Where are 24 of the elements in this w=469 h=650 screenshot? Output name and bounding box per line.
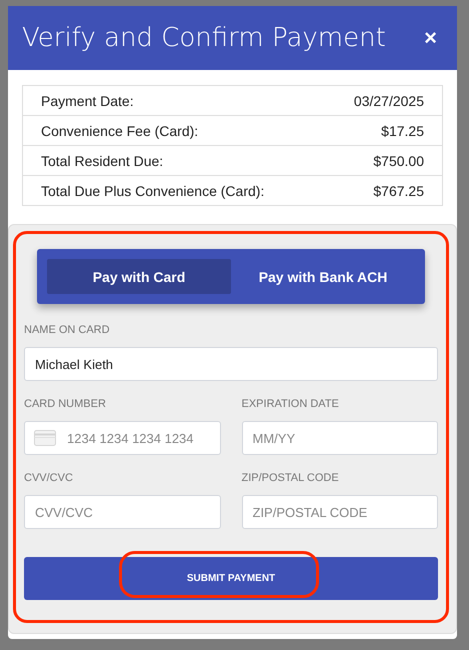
field-label: EXPIRATION DATE <box>242 398 340 410</box>
summary-label: Total Due Plus Convenience (Card): <box>41 182 264 198</box>
summary-value: $750.00 <box>373 152 424 168</box>
card-number-field[interactable]: 1234 1234 1234 1234 <box>24 421 220 455</box>
field-label: CVV/CVC <box>24 472 74 484</box>
dialog-title: Verify and Confirm Payment <box>22 23 386 53</box>
input-field[interactable]: ZIP/POSTAL CODE <box>242 495 438 529</box>
input-field[interactable]: CVV/CVC <box>24 495 220 529</box>
close-button[interactable]: × <box>420 25 441 51</box>
summary-value: 03/27/2025 <box>354 92 424 108</box>
input-field[interactable]: MM/YY <box>242 421 438 455</box>
submit-button[interactable]: SUBMIT PAYMENT <box>24 557 438 600</box>
field-label: ZIP/POSTAL CODE <box>242 472 340 484</box>
input-field[interactable]: Michael Kieth <box>24 347 438 381</box>
summary-label: Payment Date: <box>41 92 134 108</box>
payment-tab[interactable]: Pay with Bank ACH <box>231 259 415 294</box>
summary-label: Convenience Fee (Card): <box>41 122 198 138</box>
summary-label: Total Resident Due: <box>41 152 164 168</box>
payment-tab[interactable]: Pay with Card <box>47 259 231 294</box>
summary-value: $767.25 <box>373 182 424 198</box>
summary-value: $17.25 <box>381 122 424 138</box>
credit-card-icon <box>34 430 56 446</box>
field-label: CARD NUMBER <box>24 398 107 410</box>
field-label: NAME ON CARD <box>24 324 111 336</box>
